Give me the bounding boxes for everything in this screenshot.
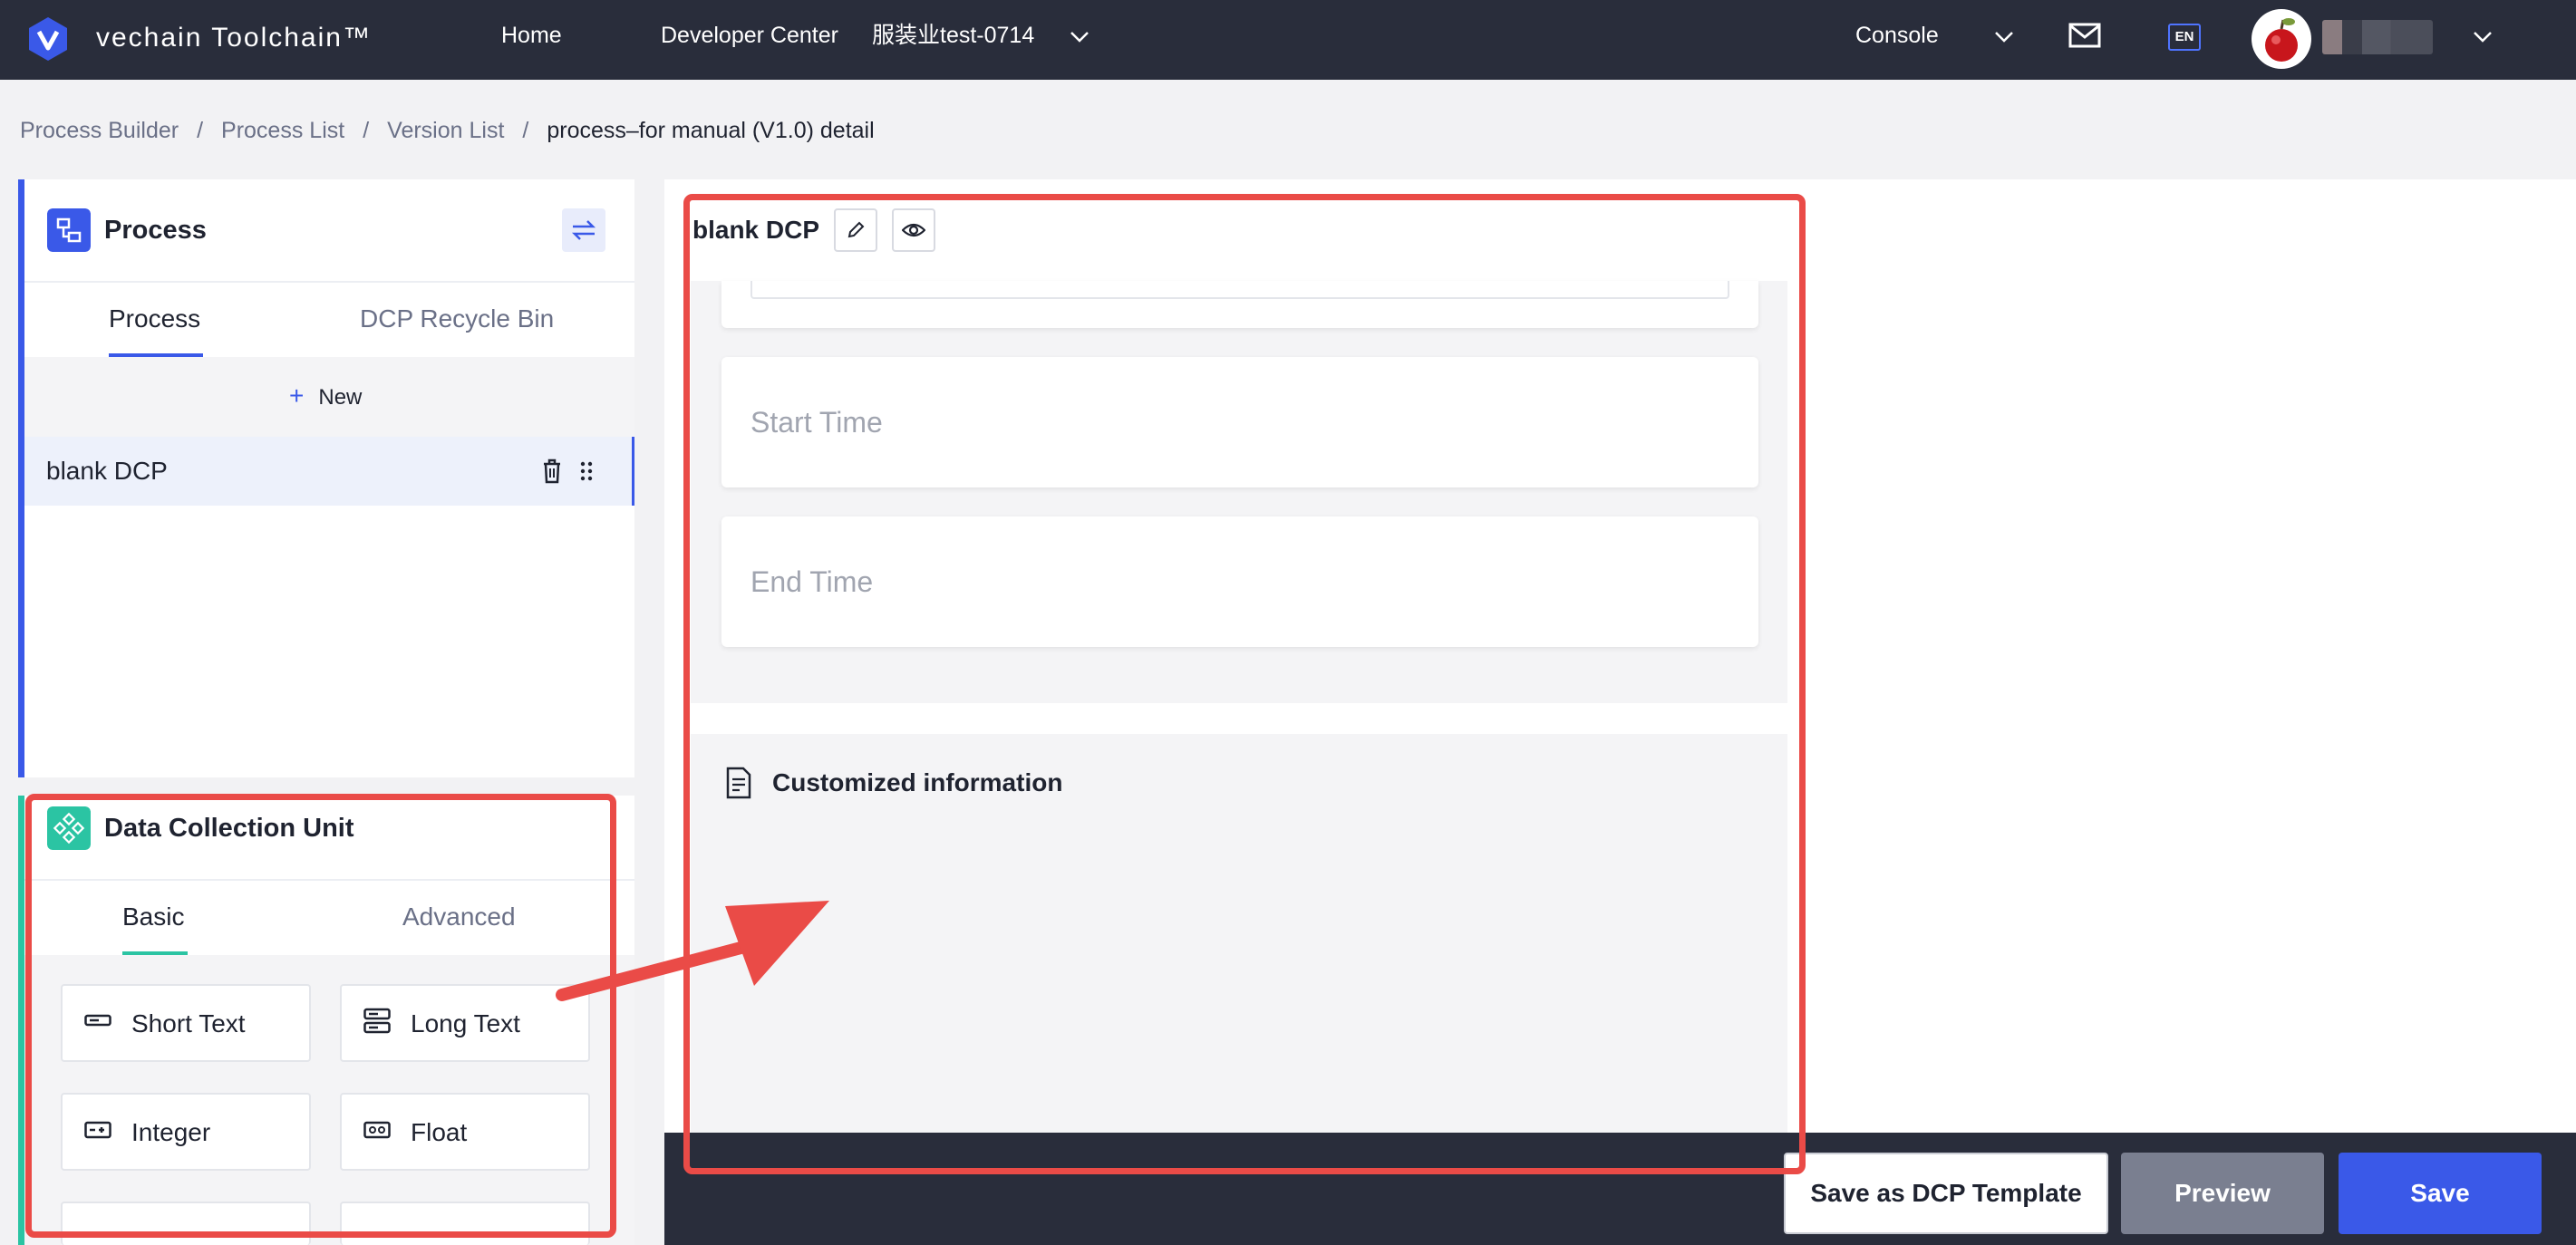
annotation-arrow	[556, 901, 829, 1001]
list-item[interactable]: blank DCP	[24, 437, 634, 506]
breadcrumb-separator: /	[197, 118, 204, 143]
breadcrumb-version-list[interactable]: Version List	[387, 116, 504, 145]
breadcrumb-separator: /	[522, 118, 529, 143]
user-name-blurred[interactable]	[2322, 20, 2433, 54]
swap-button[interactable]	[562, 208, 605, 252]
breadcrumb-process-list[interactable]: Process List	[221, 116, 344, 145]
nav-console[interactable]: Console	[1855, 22, 1939, 49]
breadcrumb: Process Builder / Process List / Version…	[20, 116, 875, 145]
project-selector[interactable]: 服装业test-0714	[872, 22, 1034, 49]
nav-home[interactable]: Home	[501, 22, 562, 49]
plus-icon: +	[289, 381, 305, 410]
drag-handle-icon[interactable]	[579, 460, 594, 482]
chevron-down-icon[interactable]	[2469, 24, 2496, 51]
vechain-logo[interactable]	[27, 13, 69, 65]
process-panel: Process Process DCP Recycle Bin + New bla…	[18, 179, 634, 777]
chevron-down-icon[interactable]	[1066, 24, 1093, 51]
process-tabs: Process DCP Recycle Bin	[24, 281, 634, 357]
new-bar: + New	[24, 357, 634, 437]
preview-button[interactable]: Preview	[2121, 1153, 2324, 1234]
breadcrumb-process-builder[interactable]: Process Builder	[20, 116, 179, 145]
language-icon[interactable]: EN	[2168, 24, 2201, 51]
mail-icon[interactable]	[2068, 22, 2101, 49]
trash-icon[interactable]	[541, 458, 563, 484]
save-as-template-button[interactable]: Save as DCP Template	[1784, 1153, 2108, 1234]
breadcrumb-separator: /	[363, 118, 370, 143]
breadcrumb-current: process–for manual (V1.0) detail	[547, 118, 875, 143]
process-icon	[47, 208, 91, 252]
process-list-area: + New blank DCP	[24, 357, 634, 776]
new-process-button[interactable]: + New	[289, 382, 362, 411]
dcp-item-label: blank DCP	[46, 457, 168, 485]
new-label: New	[318, 385, 363, 410]
top-navigation-bar: vechain Toolchain™ Home Developer Center…	[0, 0, 2576, 80]
swap-icon	[571, 220, 596, 240]
annotation-box-canvas	[683, 194, 1806, 1174]
save-button[interactable]: Save	[2339, 1153, 2542, 1234]
tab-process[interactable]: Process	[109, 303, 200, 335]
tab-dcp-recycle-bin[interactable]: DCP Recycle Bin	[360, 303, 554, 335]
brand-name[interactable]: vechain Toolchain™	[96, 20, 372, 56]
annotation-box-left	[25, 794, 616, 1238]
chevron-down-icon[interactable]	[1990, 24, 2018, 51]
process-panel-title: Process	[104, 216, 207, 245]
nav-developer-center[interactable]: Developer Center	[661, 22, 838, 49]
avatar[interactable]	[2252, 9, 2311, 69]
